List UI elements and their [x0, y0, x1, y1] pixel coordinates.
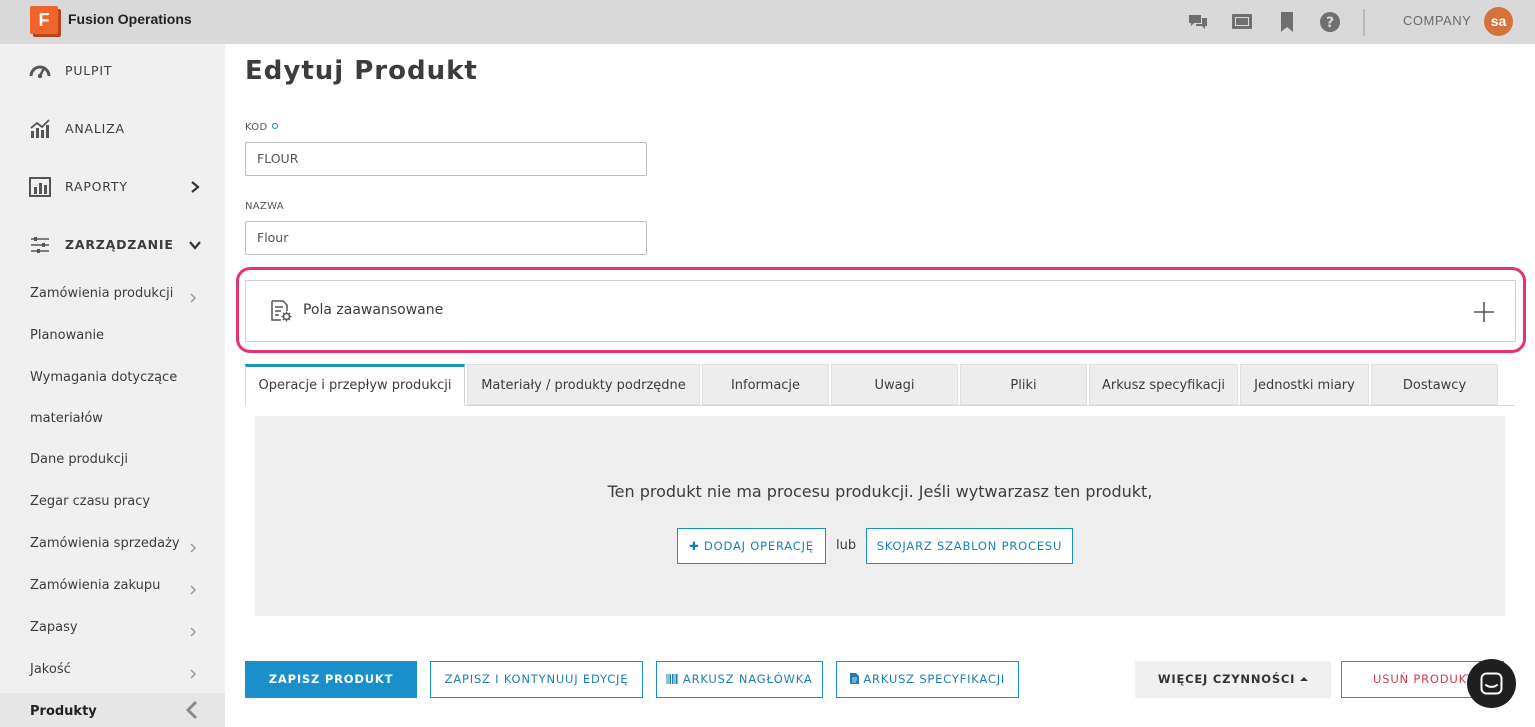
logo-letter: F	[30, 6, 58, 34]
chevron-right-icon	[188, 623, 198, 637]
tab-dostawcy[interactable]: Dostawcy	[1371, 364, 1498, 405]
document-settings-icon	[269, 299, 293, 323]
topbar-divider	[1363, 9, 1365, 36]
sidebar-item-zamowienia-produkcji[interactable]: Zamówienia produkcji	[0, 278, 225, 312]
sidebar-item-label: ANALIZA	[65, 121, 125, 136]
add-operation-button[interactable]: ✚ DODAJ OPERACJĘ	[677, 528, 826, 564]
help-icon[interactable]: ?	[1319, 11, 1341, 33]
plus-icon[interactable]	[1472, 300, 1496, 324]
link-process-template-button[interactable]: SKOJARZ SZABLON PROCESU	[866, 528, 1073, 564]
spec-sheet-label: ARKUSZ SPECYFIKACJI	[863, 672, 1006, 686]
sidebar-item-label: ZARZĄDZANIE	[65, 237, 174, 252]
sidebar-item-label: Zamówienia zakupu	[30, 578, 161, 593]
code-input[interactable]: FLOUR	[245, 142, 647, 176]
advanced-fields-panel[interactable]: Pola zaawansowane	[245, 280, 1516, 342]
tab-materialy[interactable]: Materiały / produkty podrzędne	[467, 364, 700, 405]
chat-launcher-button[interactable]	[1467, 659, 1516, 708]
more-actions-label: WIĘCEJ CZYNNOŚCI	[1157, 672, 1296, 686]
chat-icon[interactable]	[1187, 11, 1209, 33]
tab-bar: Operacje i przepływ produkcji Materiały …	[245, 364, 1515, 406]
chevron-right-icon	[188, 581, 198, 595]
sidebar-item-analiza[interactable]: ANALIZA	[0, 109, 225, 149]
sidebar-item-zegar-czasu-pracy[interactable]: Zegar czasu pracy	[0, 486, 225, 520]
name-input[interactable]: Flour	[245, 221, 647, 255]
page-title: Edytuj Produkt	[245, 56, 478, 86]
sidebar-item-label: Produkty	[30, 704, 97, 719]
more-actions-button[interactable]: WIĘCEJ CZYNNOŚCI	[1135, 661, 1331, 698]
code-label: KOD	[245, 122, 279, 133]
sidebar-item-label: Zegar czasu pracy	[30, 494, 151, 509]
barcode-icon	[666, 672, 682, 686]
bookmark-icon[interactable]	[1276, 11, 1298, 33]
sidebar-item-label: Planowanie	[30, 328, 105, 343]
sidebar-item-label: RAPORTY	[65, 179, 128, 194]
sidebar-item-planowanie[interactable]: Planowanie	[0, 320, 225, 354]
sidebar-item-wymagania-materialow[interactable]: Wymagania dotyczące	[0, 362, 225, 396]
tab-uwagi[interactable]: Uwagi	[831, 364, 958, 405]
tab-arkusz-specyfikacji[interactable]: Arkusz specyfikacji	[1089, 364, 1238, 405]
sidebar-item-zamowienia-zakupu[interactable]: Zamówienia zakupu	[0, 570, 225, 604]
company-menu[interactable]: COMPANY	[1403, 13, 1471, 28]
sidebar-item-produkty[interactable]: Produkty	[0, 693, 225, 727]
chevron-right-icon	[188, 179, 202, 193]
chevron-right-icon	[188, 539, 198, 553]
sidebar-item-label: materiałów	[30, 411, 103, 426]
sidebar-item-label: Dane produkcji	[30, 452, 129, 467]
sidebar-item-raporty[interactable]: RAPORTY	[0, 167, 225, 207]
caret-up-icon	[1300, 672, 1309, 686]
save-and-continue-button[interactable]: ZAPISZ I KONTYNUUJ EDYCJĘ	[430, 661, 643, 698]
header-sheet-label: ARKUSZ NAGŁÓWKA	[682, 672, 813, 686]
sidebar-item-zapasy[interactable]: Zapasy	[0, 612, 225, 646]
sliders-icon	[29, 234, 51, 256]
sidebar-item-label: Wymagania dotyczące	[30, 370, 178, 385]
sidebar-item-label: PULPIT	[65, 63, 113, 78]
sidebar-item-jakosc[interactable]: Jakość	[0, 654, 225, 688]
avatar[interactable]: sa	[1484, 7, 1513, 36]
svg-text:?: ?	[1326, 15, 1334, 31]
required-indicator-icon	[272, 123, 279, 129]
chevron-down-icon	[188, 237, 202, 251]
analytics-chart-icon	[29, 118, 51, 140]
production-process-panel: Ten produkt nie ma procesu produkcji. Je…	[255, 416, 1505, 616]
header-sheet-button[interactable]: ARKUSZ NAGŁÓWKA	[656, 661, 823, 698]
sidebar-item-zarzadzanie[interactable]: ZARZĄDZANIE	[0, 225, 225, 265]
sidebar-item-label: Zamówienia sprzedaży	[30, 536, 180, 551]
reports-icon	[29, 176, 51, 198]
monitor-icon[interactable]	[1231, 11, 1253, 33]
tab-informacje[interactable]: Informacje	[702, 364, 829, 405]
dashboard-gauge-icon	[29, 60, 51, 82]
advanced-fields-label: Pola zaawansowane	[303, 302, 444, 318]
document-icon	[849, 672, 863, 686]
chevron-right-icon	[188, 289, 198, 303]
sidebar: PULPIT ANALIZA RAPORTY ZARZĄDZANIE Zamów…	[0, 44, 225, 727]
sidebar-item-label: Zamówienia produkcji	[30, 286, 174, 301]
spec-sheet-button[interactable]: ARKUSZ SPECYFIKACJI	[836, 661, 1019, 698]
sidebar-item-pulpit[interactable]: PULPIT	[0, 51, 225, 91]
app-name[interactable]: Fusion Operations	[68, 11, 192, 27]
tab-pliki[interactable]: Pliki	[960, 364, 1087, 405]
sidebar-item-zamowienia-sprzedazy[interactable]: Zamówienia sprzedaży	[0, 528, 225, 562]
sidebar-item-dane-produkcji[interactable]: Dane produkcji	[0, 444, 225, 478]
tab-operacje[interactable]: Operacje i przepływ produkcji	[245, 364, 465, 406]
save-product-button[interactable]: ZAPISZ PRODUKT	[245, 661, 417, 698]
name-label: NAZWA	[245, 201, 284, 212]
sidebar-item-label: Zapasy	[30, 620, 78, 635]
sidebar-item-wymagania-materialow-cont[interactable]: materiałów	[0, 403, 225, 437]
or-text: lub	[836, 538, 857, 553]
chevron-left-icon[interactable]	[183, 699, 201, 721]
fusion-logo[interactable]: F	[30, 6, 61, 37]
top-bar: F Fusion Operations ? COMPANY sa	[0, 0, 1535, 44]
empty-state-message: Ten produkt nie ma procesu produkcji. Je…	[607, 482, 1153, 501]
tab-jednostki-miary[interactable]: Jednostki miary	[1240, 364, 1369, 405]
sidebar-item-label: Jakość	[30, 662, 71, 677]
chevron-right-icon	[188, 665, 198, 679]
